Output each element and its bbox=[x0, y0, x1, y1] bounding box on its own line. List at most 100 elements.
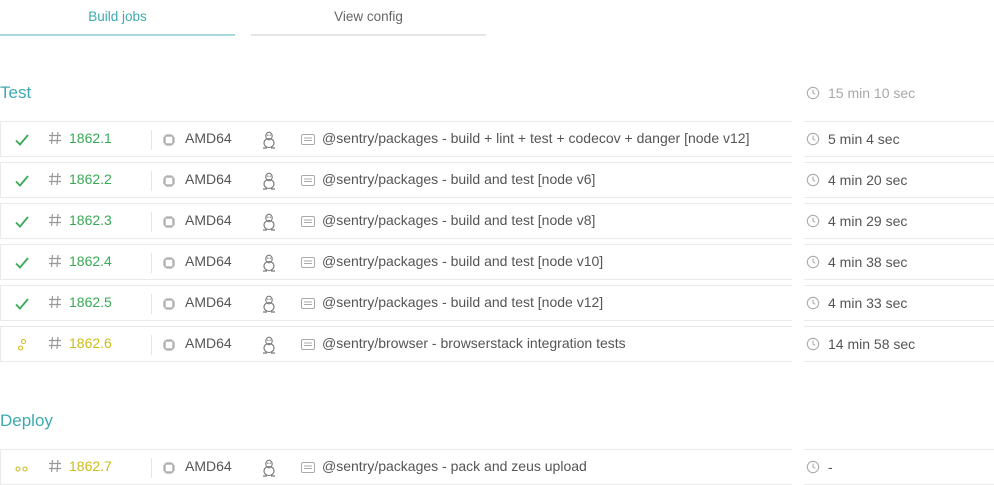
divider bbox=[151, 294, 152, 314]
env-icon bbox=[301, 216, 315, 227]
env-icon bbox=[301, 462, 315, 473]
job-arch: AMD64 bbox=[185, 130, 232, 146]
job-row[interactable]: 1862.2 AMD64 @sentry/packages - build an… bbox=[0, 162, 994, 198]
divider bbox=[151, 458, 152, 478]
clock-icon bbox=[806, 132, 820, 146]
job-main[interactable]: 1862.3 AMD64 @sentry/packages - build an… bbox=[0, 203, 792, 239]
linux-icon bbox=[263, 336, 275, 354]
job-number[interactable]: 1862.2 bbox=[69, 171, 112, 187]
job-main[interactable]: 1862.7 AMD64 @sentry/packages - pack and… bbox=[0, 449, 792, 485]
job-duration-text: 4 min 20 sec bbox=[828, 172, 908, 188]
job-main[interactable]: 1862.4 AMD64 @sentry/packages - build an… bbox=[0, 244, 792, 280]
job-main[interactable]: 1862.6 AMD64 @sentry/browser - browserst… bbox=[0, 326, 792, 362]
job-row[interactable]: 1862.6 AMD64 @sentry/browser - browserst… bbox=[0, 326, 994, 362]
status-icon bbox=[13, 131, 31, 149]
job-number[interactable]: 1862.1 bbox=[69, 130, 112, 146]
job-main[interactable]: 1862.2 AMD64 @sentry/packages - build an… bbox=[0, 162, 792, 198]
job-number[interactable]: 1862.5 bbox=[69, 294, 112, 310]
job-duration-text: 14 min 58 sec bbox=[828, 336, 916, 352]
job-name: @sentry/packages - build and test [node … bbox=[322, 294, 604, 310]
cpu-icon bbox=[163, 298, 175, 310]
status-icon bbox=[13, 459, 31, 477]
cpu-icon bbox=[163, 257, 175, 269]
job-name: @sentry/packages - build + lint + test +… bbox=[322, 130, 750, 146]
job-name: @sentry/browser - browserstack integrati… bbox=[322, 335, 626, 351]
linux-icon bbox=[263, 131, 275, 149]
job-arch: AMD64 bbox=[185, 294, 232, 310]
env-icon bbox=[301, 298, 315, 309]
job-duration: 4 min 33 sec bbox=[804, 285, 994, 321]
status-icon bbox=[13, 213, 31, 231]
job-number[interactable]: 1862.7 bbox=[69, 458, 112, 474]
job-row[interactable]: 1862.3 AMD64 @sentry/packages - build an… bbox=[0, 203, 994, 239]
divider bbox=[151, 335, 152, 355]
job-number[interactable]: 1862.3 bbox=[69, 212, 112, 228]
env-icon bbox=[301, 257, 315, 268]
status-icon bbox=[13, 336, 31, 354]
job-duration: 5 min 4 sec bbox=[804, 121, 994, 157]
linux-icon bbox=[263, 213, 275, 231]
hash-icon bbox=[49, 172, 61, 186]
clock-icon bbox=[806, 86, 820, 100]
divider bbox=[151, 212, 152, 232]
job-number[interactable]: 1862.6 bbox=[69, 335, 112, 351]
stage-duration-text: 15 min 10 sec bbox=[828, 85, 916, 101]
hash-icon bbox=[49, 459, 61, 473]
linux-icon bbox=[263, 295, 275, 313]
job-duration: 4 min 38 sec bbox=[804, 244, 994, 280]
hash-icon bbox=[49, 213, 61, 227]
clock-icon bbox=[806, 255, 820, 269]
status-icon bbox=[13, 172, 31, 190]
job-name: @sentry/packages - build and test [node … bbox=[322, 253, 604, 269]
job-name: @sentry/packages - build and test [node … bbox=[322, 171, 596, 187]
linux-icon bbox=[263, 459, 275, 477]
job-duration-text: 5 min 4 sec bbox=[828, 131, 900, 147]
job-duration-text: 4 min 33 sec bbox=[828, 295, 908, 311]
job-row[interactable]: 1862.1 AMD64 @sentry/packages - build + … bbox=[0, 121, 994, 157]
job-arch: AMD64 bbox=[185, 335, 232, 351]
clock-icon bbox=[806, 460, 820, 474]
tab-view-config[interactable]: View config bbox=[251, 0, 486, 36]
job-main[interactable]: 1862.5 AMD64 @sentry/packages - build an… bbox=[0, 285, 792, 321]
job-number[interactable]: 1862.4 bbox=[69, 253, 112, 269]
env-icon bbox=[301, 339, 315, 350]
job-main[interactable]: 1862.1 AMD64 @sentry/packages - build + … bbox=[0, 121, 792, 157]
divider bbox=[151, 171, 152, 191]
hash-icon bbox=[49, 254, 61, 268]
cpu-icon bbox=[163, 175, 175, 187]
job-arch: AMD64 bbox=[185, 458, 232, 474]
clock-icon bbox=[806, 214, 820, 228]
clock-icon bbox=[806, 173, 820, 187]
stage-title-test: Test bbox=[0, 83, 32, 102]
job-arch: AMD64 bbox=[185, 171, 232, 187]
stage-title-deploy: Deploy bbox=[0, 411, 53, 430]
cpu-icon bbox=[163, 216, 175, 228]
divider bbox=[151, 253, 152, 273]
job-duration: - bbox=[804, 449, 994, 485]
hash-icon bbox=[49, 295, 61, 309]
tab-build-jobs[interactable]: Build jobs bbox=[0, 0, 235, 36]
hash-icon bbox=[49, 131, 61, 145]
clock-icon bbox=[806, 337, 820, 351]
job-row[interactable]: 1862.4 AMD64 @sentry/packages - build an… bbox=[0, 244, 994, 280]
status-icon bbox=[13, 254, 31, 272]
job-name: @sentry/packages - build and test [node … bbox=[322, 212, 596, 228]
cpu-icon bbox=[163, 339, 175, 351]
cpu-icon bbox=[163, 462, 175, 474]
job-duration-text: - bbox=[828, 459, 833, 475]
clock-icon bbox=[806, 296, 820, 310]
job-row[interactable]: 1862.5 AMD64 @sentry/packages - build an… bbox=[0, 285, 994, 321]
cpu-icon bbox=[163, 134, 175, 146]
env-icon bbox=[301, 134, 315, 145]
job-row[interactable]: 1862.7 AMD64 @sentry/packages - pack and… bbox=[0, 449, 994, 485]
job-arch: AMD64 bbox=[185, 253, 232, 269]
job-duration-text: 4 min 29 sec bbox=[828, 213, 908, 229]
job-duration: 4 min 29 sec bbox=[804, 203, 994, 239]
stage-duration-test: 15 min 10 sec bbox=[806, 85, 915, 101]
job-duration: 14 min 58 sec bbox=[804, 326, 994, 362]
job-duration: 4 min 20 sec bbox=[804, 162, 994, 198]
job-tabs: Build jobs View config bbox=[0, 0, 994, 36]
job-name: @sentry/packages - pack and zeus upload bbox=[322, 458, 587, 474]
job-arch: AMD64 bbox=[185, 212, 232, 228]
linux-icon bbox=[263, 172, 275, 190]
